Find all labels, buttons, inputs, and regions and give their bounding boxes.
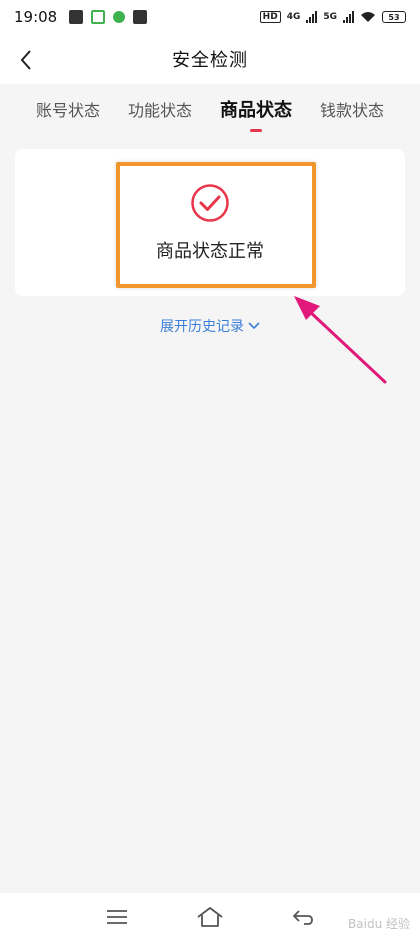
active-tab-indicator — [249, 129, 262, 132]
tab-product-status[interactable]: 商品状态 — [218, 90, 294, 132]
home-icon — [197, 906, 223, 927]
hd-icon: HD — [259, 11, 281, 23]
network-4g-label: 4G — [286, 12, 301, 22]
battery-icon: 53 — [382, 11, 406, 23]
system-indicators: HD 4G 5G 53 — [259, 11, 406, 23]
signal-icon — [343, 11, 354, 23]
wifi-icon — [361, 12, 375, 22]
back-nav-button[interactable] — [289, 903, 317, 931]
status-tabs: 账号状态 功能状态 商品状态 钱款状态 — [0, 84, 420, 134]
home-button[interactable] — [196, 903, 224, 931]
tab-label: 账号状态 — [35, 101, 100, 120]
result-status-text: 商品状态正常 — [156, 241, 264, 262]
app-notification-icon — [113, 11, 126, 23]
baidu-watermark: Baidu 经验 — [348, 917, 410, 931]
tab-payment-status[interactable]: 钱款状态 — [318, 91, 386, 127]
menu-button[interactable] — [103, 903, 131, 931]
notification-icons — [69, 10, 148, 24]
page-title: 安全检测 — [172, 50, 248, 71]
tab-label: 钱款状态 — [319, 101, 384, 120]
annotation-arrow-icon — [294, 296, 387, 384]
annotation-highlight-box — [116, 162, 316, 288]
expand-history-label: 展开历史记录 — [160, 319, 244, 335]
menu-icon — [106, 909, 127, 924]
network-5g-label: 5G — [323, 12, 337, 22]
app-notification-icon — [69, 10, 84, 24]
status-bar: 19:08 HD 4G 5G 53 — [0, 0, 420, 34]
signal-icon — [306, 11, 318, 23]
status-time: 19:08 — [14, 8, 58, 26]
message-icon — [133, 10, 148, 24]
tab-label: 功能状态 — [127, 101, 192, 120]
tab-function-status[interactable]: 功能状态 — [126, 91, 194, 127]
app-notification-icon — [91, 10, 106, 24]
chevron-left-icon — [20, 50, 31, 70]
tab-account-status[interactable]: 账号状态 — [34, 91, 102, 127]
check-circle-icon — [190, 183, 230, 223]
chevron-down-icon — [248, 322, 260, 330]
header: 安全检测 — [0, 34, 420, 84]
tab-label: 商品状态 — [219, 100, 292, 121]
back-button[interactable] — [8, 42, 44, 78]
back-nav-icon — [293, 909, 314, 925]
